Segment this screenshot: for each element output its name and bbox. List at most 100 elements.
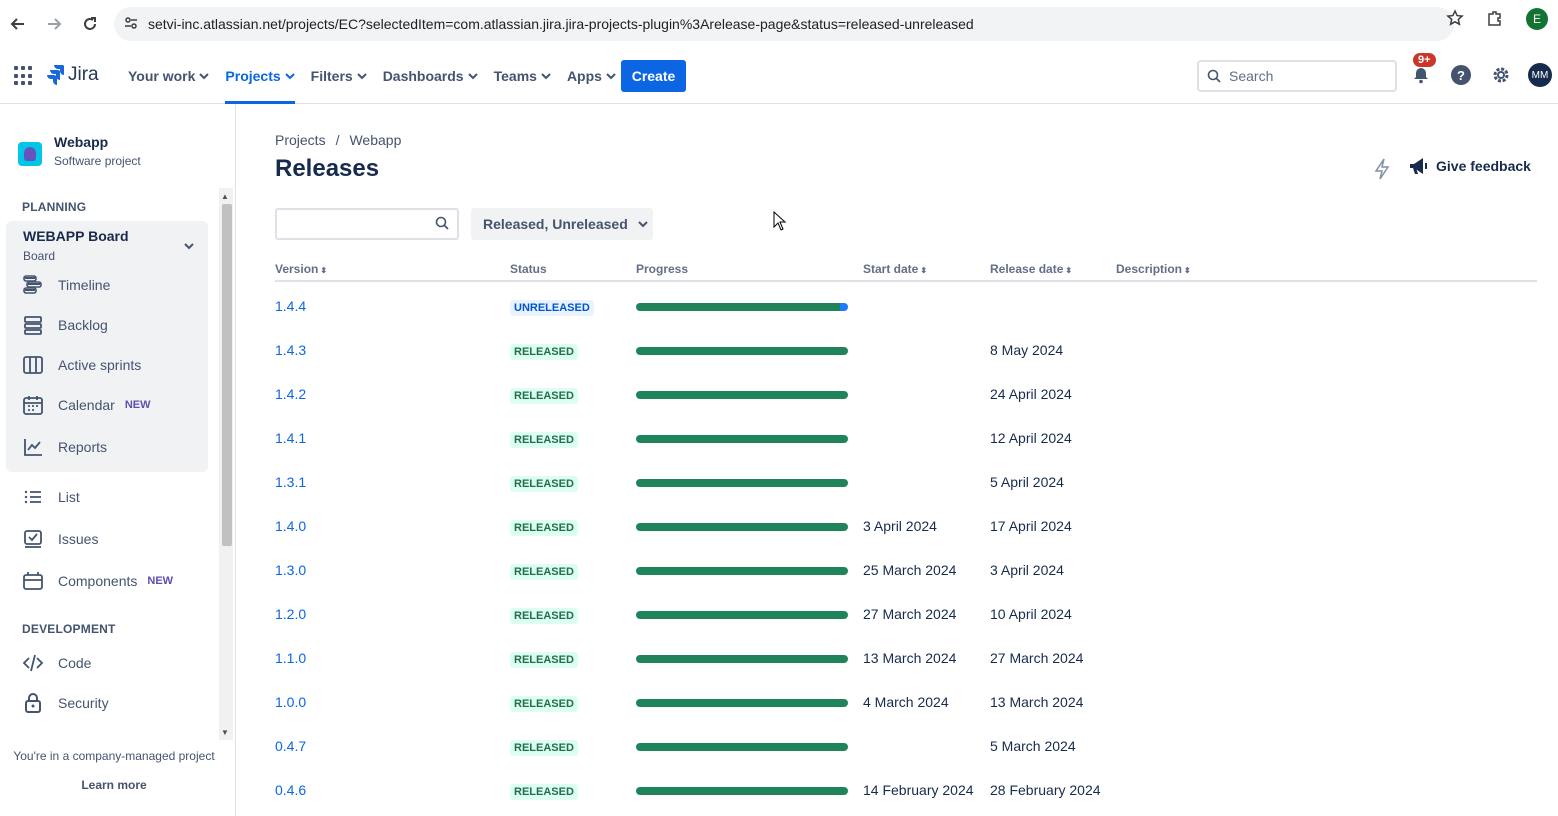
lock-icon xyxy=(22,692,44,714)
progress-bar[interactable] xyxy=(636,611,848,619)
version-link[interactable]: 0.4.6 xyxy=(275,782,306,798)
release-date: 5 April 2024 xyxy=(990,474,1064,490)
back-arrow-icon[interactable] xyxy=(0,6,36,42)
version-link[interactable]: 1.4.4 xyxy=(275,298,306,314)
status-filter-dropdown[interactable]: Released, Unreleased xyxy=(471,208,653,240)
sidebar-item-calendar[interactable]: Calendar NEW xyxy=(22,388,208,422)
forward-arrow-icon[interactable] xyxy=(36,6,72,42)
sidebar-item-backlog[interactable]: Backlog xyxy=(22,308,208,342)
product-name: Jira xyxy=(68,64,99,85)
progress-done-segment xyxy=(636,347,848,355)
progress-bar[interactable] xyxy=(636,699,848,707)
jira-mark-icon xyxy=(47,65,64,85)
version-link[interactable]: 1.3.1 xyxy=(275,474,306,490)
breadcrumb-projects[interactable]: Projects xyxy=(275,132,326,148)
progress-bar[interactable] xyxy=(636,787,848,795)
main-menu: Your work Projects Filters Dashboards Teams A… xyxy=(120,48,624,104)
progress-bar[interactable] xyxy=(636,479,848,487)
sidebar-item-code[interactable]: Code xyxy=(22,646,208,680)
sidebar-item-label: Code xyxy=(58,655,92,671)
version-link[interactable]: 1.0.0 xyxy=(275,694,306,710)
progress-bar[interactable] xyxy=(636,347,848,355)
create-button[interactable]: Create xyxy=(621,60,686,92)
chevron-down-icon xyxy=(541,73,551,80)
sidebar-item-label: Security xyxy=(58,695,109,711)
sidebar-item-reports[interactable]: Reports xyxy=(22,430,208,464)
sidebar-item-security[interactable]: Security xyxy=(22,686,208,720)
version-link[interactable]: 1.4.2 xyxy=(275,386,306,402)
status-lozenge: RELEASED xyxy=(510,564,578,580)
column-version[interactable]: Version ⬍ xyxy=(275,262,327,276)
sidebar-item-issues[interactable]: Issues xyxy=(22,522,208,556)
help-button[interactable]: ? xyxy=(1448,62,1474,88)
address-bar[interactable]: setvi-inc.atlassian.net/projects/EC?sele… xyxy=(114,7,1454,41)
sort-icon: ⬍ xyxy=(320,266,328,275)
project-header[interactable]: Webapp Software project xyxy=(18,134,141,168)
progress-bar[interactable] xyxy=(636,655,848,663)
search-icon xyxy=(1207,69,1221,83)
learn-more-link[interactable]: Learn more xyxy=(0,778,228,792)
nav-menu-projects[interactable]: Projects xyxy=(217,48,302,104)
version-search-field[interactable] xyxy=(275,208,459,240)
sidebar-item-label: Components xyxy=(58,573,138,589)
nav-menu-dashboards[interactable]: Dashboards xyxy=(375,48,486,104)
breadcrumb-webapp[interactable]: Webapp xyxy=(349,132,401,148)
nav-menu-filters[interactable]: Filters xyxy=(303,48,375,104)
mouse-cursor-icon xyxy=(773,211,787,231)
jira-logo[interactable]: Jira xyxy=(46,64,99,86)
progress-done-segment xyxy=(636,699,848,707)
site-info-icon[interactable] xyxy=(124,16,138,33)
scroll-down-icon[interactable]: ▼ xyxy=(221,728,229,737)
version-link[interactable]: 0.4.7 xyxy=(275,738,306,754)
progress-bar[interactable] xyxy=(636,303,848,311)
version-link[interactable]: 1.1.0 xyxy=(275,650,306,666)
sidebar-item-components[interactable]: Components NEW xyxy=(22,564,208,598)
column-release-date[interactable]: Release date ⬍ xyxy=(990,262,1072,276)
column-start-date[interactable]: Start date ⬍ xyxy=(863,262,927,276)
progress-bar[interactable] xyxy=(636,743,848,751)
progress-bar[interactable] xyxy=(636,523,848,531)
bookmark-star-icon[interactable] xyxy=(1446,8,1464,30)
search-field[interactable] xyxy=(1197,60,1397,92)
sidebar-scroll-thumb[interactable] xyxy=(222,204,232,546)
nav-menu-your-work[interactable]: Your work xyxy=(120,48,217,104)
version-link[interactable]: 1.3.0 xyxy=(275,562,306,578)
user-avatar[interactable]: MM xyxy=(1528,63,1552,87)
board-title[interactable]: WEBAPP Board xyxy=(23,228,129,244)
version-link[interactable]: 1.4.0 xyxy=(275,518,306,534)
progress-bar[interactable] xyxy=(636,567,848,575)
nav-menu-apps[interactable]: Apps xyxy=(559,48,624,104)
start-date: 14 February 2024 xyxy=(863,782,974,798)
issues-icon xyxy=(22,528,44,550)
sidebar-item-list[interactable]: List xyxy=(22,480,208,514)
notifications-button[interactable]: 9+ xyxy=(1408,53,1436,88)
progress-bar[interactable] xyxy=(636,391,848,399)
reload-icon[interactable] xyxy=(72,6,108,42)
scroll-up-icon[interactable]: ▲ xyxy=(221,192,229,201)
nav-menu-teams[interactable]: Teams xyxy=(486,48,559,104)
release-date: 3 April 2024 xyxy=(990,562,1064,578)
settings-button[interactable] xyxy=(1488,62,1514,88)
progress-bar[interactable] xyxy=(636,435,848,443)
notification-bell-icon xyxy=(1414,68,1428,84)
browser-profile-avatar[interactable]: E xyxy=(1526,8,1548,30)
sidebar-item-timeline[interactable]: Timeline xyxy=(22,268,208,302)
browser-toolbar: setvi-inc.atlassian.net/projects/EC?sele… xyxy=(0,0,1558,48)
version-link[interactable]: 1.4.1 xyxy=(275,430,306,446)
sidebar-item-active-sprints[interactable]: Active sprints xyxy=(22,348,208,382)
column-description[interactable]: Description ⬍ xyxy=(1116,262,1191,276)
start-date: 13 March 2024 xyxy=(863,650,957,666)
give-feedback-button[interactable]: Give feedback xyxy=(1408,156,1531,176)
lightning-bolt-icon[interactable] xyxy=(1372,158,1392,180)
version-link[interactable]: 1.2.0 xyxy=(275,606,306,622)
search-input[interactable] xyxy=(1229,68,1379,84)
app-switcher-icon[interactable] xyxy=(14,66,34,86)
version-link[interactable]: 1.4.3 xyxy=(275,342,306,358)
chevron-down-icon[interactable] xyxy=(184,239,194,253)
breadcrumb: Projects / Webapp xyxy=(275,132,401,148)
extensions-icon[interactable] xyxy=(1486,9,1504,30)
give-feedback-label: Give feedback xyxy=(1436,158,1531,174)
url-text: setvi-inc.atlassian.net/projects/EC?sele… xyxy=(148,16,974,32)
new-badge: NEW xyxy=(147,575,174,587)
version-search-input[interactable] xyxy=(283,210,433,238)
